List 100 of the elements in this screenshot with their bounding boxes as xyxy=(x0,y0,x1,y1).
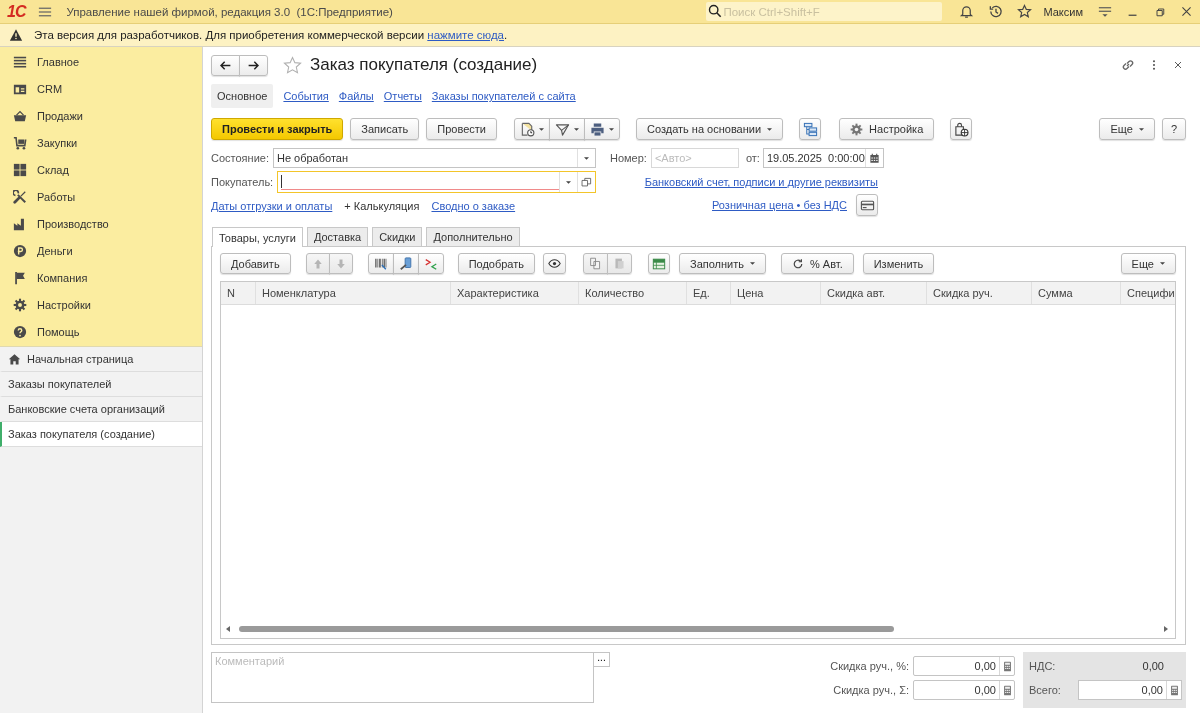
barcode-button[interactable] xyxy=(367,253,394,274)
add-button[interactable]: Добавить xyxy=(220,253,291,274)
column-header[interactable]: Ед. xyxy=(687,282,731,304)
costing-toggle[interactable]: + Калькуляция xyxy=(344,200,420,212)
structure-button[interactable] xyxy=(799,118,822,140)
copy-button[interactable] xyxy=(583,253,608,274)
sidebar-item[interactable]: Закупки xyxy=(0,129,202,156)
notice-link[interactable]: нажмите сюда xyxy=(427,29,504,41)
fill-button[interactable]: Заполнить xyxy=(679,253,767,274)
paper-plane-icon xyxy=(555,121,570,137)
discount-sum-field[interactable]: 0,00 xyxy=(913,680,1015,700)
sidebar-item[interactable]: Производство xyxy=(0,210,202,237)
column-header[interactable]: Скидка авт. xyxy=(821,282,927,304)
app-title: Управление нашей фирмой, редакция 3.0 (1С:Предприятие) xyxy=(66,5,393,18)
form-tab[interactable]: Основное xyxy=(211,84,274,108)
save-button[interactable]: Записать xyxy=(350,118,420,140)
calendar-icon[interactable] xyxy=(868,152,880,164)
shipping-dates-link[interactable]: Даты отгрузки и оплаты xyxy=(211,200,333,212)
sidebar-item[interactable]: CRM xyxy=(0,75,202,102)
send-menu-button[interactable] xyxy=(549,118,585,140)
shopping-bag-button[interactable] xyxy=(950,118,973,140)
section-tab[interactable]: Дополнительно xyxy=(426,227,520,246)
form-tab[interactable]: Заказы покупателей с сайта xyxy=(431,84,576,108)
calculator-icon[interactable] xyxy=(1001,684,1013,696)
spreadsheet-button[interactable] xyxy=(648,253,670,274)
requisites-link[interactable]: Банковский счет, подписи и другие реквизиты xyxy=(644,176,878,188)
order-summary-link[interactable]: Сводно о заказе xyxy=(431,200,516,212)
comment-expand-button[interactable]: ... xyxy=(593,652,610,667)
link-icon[interactable] xyxy=(1120,57,1136,73)
form-tab[interactable]: Отчеты xyxy=(383,84,422,108)
help-button[interactable]: ? xyxy=(1161,118,1186,140)
user-name[interactable]: Максим xyxy=(1043,5,1083,18)
print-menu-button[interactable] xyxy=(584,118,620,140)
column-header[interactable]: Цена xyxy=(731,282,821,304)
column-header[interactable]: Специфи xyxy=(1121,282,1175,304)
change-button[interactable]: Изменить xyxy=(862,253,935,274)
document-clock-icon xyxy=(520,121,535,137)
gear-icon xyxy=(13,297,27,312)
pick-button[interactable]: Подобрать xyxy=(457,253,535,274)
auto-discount-button[interactable]: % Авт. xyxy=(781,253,854,274)
calculator-icon[interactable] xyxy=(1001,660,1013,672)
menu-lines-icon[interactable] xyxy=(1098,4,1112,19)
sidebar-item[interactable]: Продажи xyxy=(0,102,202,129)
close-icon[interactable] xyxy=(1172,59,1184,71)
more-button[interactable]: Еще xyxy=(1099,118,1155,140)
section-tab[interactable]: Доставка xyxy=(306,227,369,246)
section-tab[interactable]: Товары, услуги xyxy=(212,227,303,247)
sidebar-item[interactable]: Настройки xyxy=(0,291,202,318)
close-icon[interactable] xyxy=(1180,5,1193,18)
star-icon[interactable] xyxy=(1017,4,1033,19)
sidebar-item[interactable]: Деньги xyxy=(0,237,202,264)
total-field[interactable]: 0,00 xyxy=(1078,680,1182,700)
compare-button[interactable] xyxy=(417,253,444,274)
sidebar-item[interactable]: Работы xyxy=(0,183,202,210)
price-type-link[interactable]: Розничная цена • без НДС xyxy=(712,199,847,211)
preview-button[interactable] xyxy=(543,253,566,274)
sidebar-item[interactable]: Компания xyxy=(0,264,202,291)
column-header[interactable]: Количество xyxy=(579,282,687,304)
caret-icon[interactable] xyxy=(566,180,571,184)
help-icon xyxy=(13,324,27,339)
star-icon[interactable] xyxy=(283,55,302,75)
open-window-item[interactable]: Заказы покупателей xyxy=(0,372,202,397)
more-button[interactable]: Еще xyxy=(1120,253,1176,274)
field-label: от: xyxy=(745,152,760,164)
forward-button[interactable] xyxy=(239,54,268,76)
column-header[interactable]: N xyxy=(221,282,256,304)
sidebar-item[interactable]: Главное xyxy=(0,48,202,75)
sidebar-item[interactable]: Помощь xyxy=(0,318,202,345)
date-field[interactable]: 19.05.2025 0:00:00 xyxy=(762,148,884,168)
settings-button[interactable]: Настройка xyxy=(839,118,935,140)
bell-icon[interactable] xyxy=(959,4,975,19)
form-tab[interactable]: Файлы xyxy=(338,84,374,108)
history-icon[interactable] xyxy=(988,4,1004,19)
calculator-icon[interactable] xyxy=(1168,684,1180,696)
open-window-item[interactable]: Начальная страница xyxy=(0,347,202,372)
payment-card-button[interactable] xyxy=(856,194,878,216)
column-header[interactable]: Характеристика xyxy=(451,282,579,304)
comment-field[interactable]: Комментарий xyxy=(211,652,594,703)
post-button[interactable]: Провести xyxy=(426,118,497,140)
back-button[interactable] xyxy=(211,54,240,76)
open-window-item[interactable]: Заказ покупателя (создание) xyxy=(0,422,202,447)
search-icon xyxy=(708,4,723,18)
column-header[interactable]: Номенклатура xyxy=(256,282,451,304)
discount-percent-field[interactable]: 0,00 xyxy=(913,656,1015,676)
scanner-button[interactable] xyxy=(392,253,419,274)
column-header[interactable]: Сумма xyxy=(1032,282,1121,304)
customer-field[interactable] xyxy=(277,171,596,193)
column-header[interactable]: Скидка руч. xyxy=(927,282,1032,304)
caret-icon[interactable] xyxy=(584,156,589,160)
form-tab[interactable]: События xyxy=(283,84,329,108)
section-tab[interactable]: Скидки xyxy=(372,227,423,246)
post-and-close-button[interactable]: Провести и закрыть xyxy=(211,118,344,140)
sidebar-item[interactable]: Склад xyxy=(0,156,202,183)
open-icon[interactable] xyxy=(581,176,592,188)
status-field[interactable]: Не обработан xyxy=(272,148,596,168)
document-menu-button[interactable] xyxy=(514,118,550,140)
create-based-on-button[interactable]: Создать на основании xyxy=(636,118,784,140)
restore-icon[interactable] xyxy=(1154,5,1166,18)
app-logo[interactable]: 1С xyxy=(7,3,26,20)
number-field[interactable]: <Авто> xyxy=(650,148,739,168)
